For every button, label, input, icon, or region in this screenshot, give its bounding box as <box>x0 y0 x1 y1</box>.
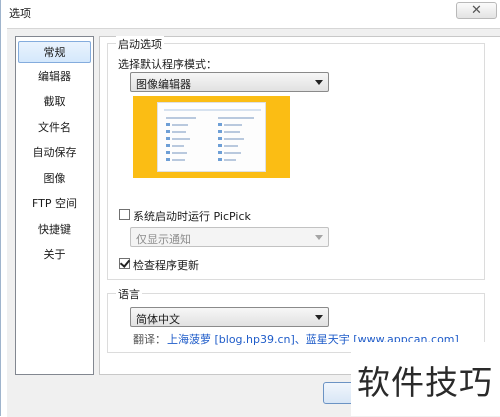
close-button[interactable]: ✕ <box>456 2 497 19</box>
close-icon: ✕ <box>471 3 482 18</box>
default-mode-value: 图像编辑器 <box>136 78 191 91</box>
watermark: 软件技巧 <box>351 342 500 416</box>
default-mode-label: 选择默认程序模式： <box>118 58 217 71</box>
nav-item-filename[interactable]: 文件名 <box>18 117 91 139</box>
startup-notify-select: 仅显示通知 <box>130 227 329 247</box>
chevron-down-icon <box>315 235 323 240</box>
language-value: 简体中文 <box>136 313 180 326</box>
preview-screen <box>157 102 266 172</box>
language-group-label: 语言 <box>116 286 142 302</box>
startup-group-label: 启动选项 <box>116 36 164 52</box>
run-on-startup-checkbox[interactable] <box>119 209 130 220</box>
nav-item-general[interactable]: 常规 <box>18 41 91 63</box>
translation-prefix: 翻译： <box>133 333 166 346</box>
nav-item-capture[interactable]: 截取 <box>18 91 91 113</box>
window-title: 选项 <box>9 7 31 20</box>
nav-item-image[interactable]: 图像 <box>18 168 91 190</box>
options-window: 选项 ✕ 常规 编辑器 截取 文件名 自动保存 图像 FTP 空间 快捷键 关于… <box>0 0 500 417</box>
mode-preview-image <box>133 96 290 178</box>
run-on-startup-label: 系统启动时运行 PicPick <box>133 210 251 223</box>
category-list: 常规 编辑器 截取 文件名 自动保存 图像 FTP 空间 快捷键 关于 <box>15 36 94 375</box>
nav-item-ftp[interactable]: FTP 空间 <box>18 193 91 215</box>
check-updates-checkbox[interactable] <box>119 258 130 269</box>
nav-item-hotkeys[interactable]: 快捷键 <box>18 219 91 241</box>
title-bar: 选项 ✕ <box>1 0 500 24</box>
nav-item-about[interactable]: 关于 <box>18 244 91 266</box>
watermark-text: 软件技巧 <box>357 363 493 402</box>
chevron-down-icon <box>315 315 323 320</box>
nav-item-autosave[interactable]: 自动保存 <box>18 142 91 164</box>
language-select[interactable]: 简体中文 <box>130 307 329 327</box>
startup-notify-value: 仅显示通知 <box>136 233 191 246</box>
default-mode-select[interactable]: 图像编辑器 <box>130 72 329 92</box>
chevron-down-icon <box>315 80 323 85</box>
nav-item-editor[interactable]: 编辑器 <box>18 66 91 88</box>
check-updates-label: 检查程序更新 <box>133 259 199 272</box>
